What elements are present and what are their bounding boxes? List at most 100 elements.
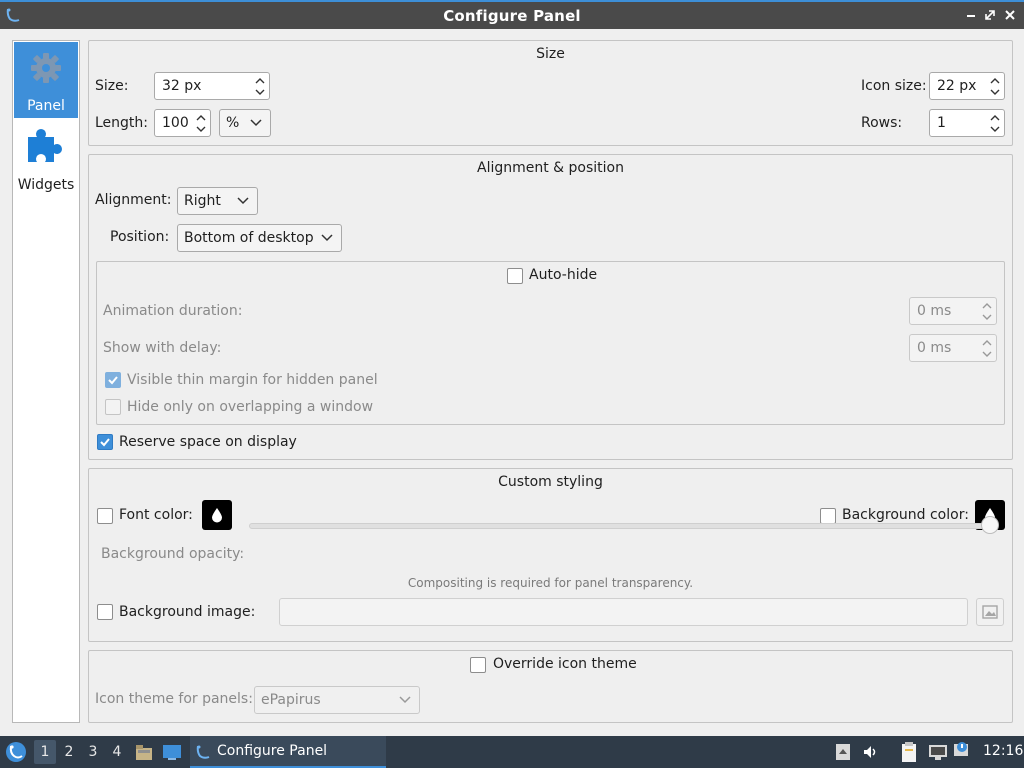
bg-image-checkbox[interactable] xyxy=(97,604,113,620)
overlap-checkbox[interactable] xyxy=(105,399,121,415)
chevron-up-icon[interactable] xyxy=(990,76,1000,86)
tray-arrow-icon[interactable] xyxy=(835,743,851,761)
title-bar: Configure Panel xyxy=(0,0,1024,29)
gear-icon xyxy=(31,53,61,83)
volume-icon[interactable] xyxy=(862,743,880,761)
thin-margin-checkbox[interactable] xyxy=(105,372,121,388)
minimize-icon[interactable] xyxy=(963,7,979,23)
rows-spinbox[interactable]: 1 xyxy=(929,109,1005,137)
update-notifier-icon[interactable] xyxy=(953,741,971,759)
bg-image-path-input[interactable] xyxy=(279,598,968,626)
icon-theme-label: Icon theme for panels: xyxy=(95,691,253,707)
chevron-down-icon xyxy=(237,197,249,205)
reserve-space-checkbox[interactable] xyxy=(97,434,113,450)
override-icon-theme-label: Override icon theme xyxy=(493,656,637,672)
font-color-label: Font color: xyxy=(119,507,193,523)
image-icon xyxy=(982,605,998,619)
combo-value: Bottom of desktop xyxy=(184,230,314,246)
close-icon[interactable] xyxy=(1002,7,1018,23)
browse-image-button[interactable] xyxy=(976,598,1004,626)
clipboard-icon[interactable] xyxy=(899,741,919,763)
bg-opacity-label: Background opacity: xyxy=(101,546,245,562)
taskbar: 1 2 3 4 Configure Panel 12:16 xyxy=(0,736,1024,768)
font-color-button[interactable] xyxy=(202,500,232,530)
bg-image-label: Background image: xyxy=(119,604,256,620)
length-unit-select[interactable]: % xyxy=(219,109,271,137)
checkmark-icon xyxy=(108,376,118,385)
checkmark-icon xyxy=(100,438,110,447)
desktop-4-button[interactable]: 4 xyxy=(106,740,128,764)
alignment-select[interactable]: Right xyxy=(177,187,258,215)
drop-icon xyxy=(212,508,222,523)
bg-color-checkbox[interactable] xyxy=(820,508,836,524)
chevron-down-icon[interactable] xyxy=(196,124,206,134)
network-icon[interactable] xyxy=(928,743,948,761)
chevron-down-icon xyxy=(399,696,411,704)
sidebar-item-label: Widgets xyxy=(17,177,75,193)
clock[interactable]: 12:16 xyxy=(983,743,1023,759)
settings-sidebar: Panel Widgets xyxy=(12,40,80,723)
app-icon xyxy=(196,745,210,759)
icon-theme-select[interactable]: ePapirus xyxy=(254,686,420,714)
maximize-icon[interactable] xyxy=(982,7,998,23)
size-spinbox[interactable]: 32 px xyxy=(154,72,270,100)
override-icon-theme-checkbox[interactable] xyxy=(470,657,486,673)
sidebar-item-label: Panel xyxy=(27,98,65,114)
icon-size-label: Icon size: xyxy=(861,78,927,94)
group-title: Size xyxy=(536,46,565,62)
alignment-label: Alignment: xyxy=(95,192,172,208)
show-desktop-icon[interactable] xyxy=(162,743,182,761)
show-delay-label: Show with delay: xyxy=(103,340,222,356)
thin-margin-label: Visible thin margin for hidden panel xyxy=(127,372,378,388)
animation-duration-label: Animation duration: xyxy=(103,303,243,319)
autohide-label: Auto-hide xyxy=(529,267,598,283)
task-title: Configure Panel xyxy=(217,743,328,759)
spin-value: 1 xyxy=(937,115,946,131)
spin-value: 0 ms xyxy=(917,340,952,356)
chevron-up-icon[interactable] xyxy=(982,301,992,311)
autohide-checkbox[interactable] xyxy=(507,268,523,284)
combo-value: Right xyxy=(184,193,221,209)
task-configure-panel[interactable]: Configure Panel xyxy=(190,736,386,768)
position-label: Position: xyxy=(110,229,170,245)
combo-value: ePapirus xyxy=(261,692,321,708)
show-delay-spinbox[interactable]: 0 ms xyxy=(909,334,997,362)
combo-value: % xyxy=(226,115,240,131)
font-color-checkbox[interactable] xyxy=(97,508,113,524)
chevron-down-icon[interactable] xyxy=(990,124,1000,134)
bg-opacity-slider[interactable] xyxy=(249,523,989,529)
sidebar-item-widgets[interactable]: Widgets xyxy=(14,121,78,197)
desktop-3-button[interactable]: 3 xyxy=(82,740,104,764)
desktop-1-button[interactable]: 1 xyxy=(34,740,56,764)
size-label: Size: xyxy=(95,78,129,94)
chevron-down-icon[interactable] xyxy=(255,87,265,97)
chevron-up-icon[interactable] xyxy=(255,76,265,86)
spin-value: 100 xyxy=(162,115,189,131)
chevron-down-icon[interactable] xyxy=(982,349,992,359)
sidebar-item-panel[interactable]: Panel xyxy=(14,42,78,118)
puzzle-icon xyxy=(28,129,62,162)
file-manager-icon[interactable] xyxy=(134,742,154,762)
slider-handle[interactable] xyxy=(981,516,999,534)
rows-label: Rows: xyxy=(861,115,903,131)
start-menu-icon[interactable] xyxy=(5,741,27,763)
bg-color-label: Background color: xyxy=(842,507,969,523)
group-title: Alignment & position xyxy=(477,160,624,176)
spin-value: 0 ms xyxy=(917,303,952,319)
group-title: Custom styling xyxy=(498,474,603,490)
chevron-down-icon[interactable] xyxy=(982,312,992,322)
animation-duration-spinbox[interactable]: 0 ms xyxy=(909,297,997,325)
icon-size-spinbox[interactable]: 22 px xyxy=(929,72,1005,100)
position-select[interactable]: Bottom of desktop xyxy=(177,224,342,252)
chevron-up-icon[interactable] xyxy=(982,338,992,348)
window-title: Configure Panel xyxy=(443,7,581,25)
desktop-2-button[interactable]: 2 xyxy=(58,740,80,764)
spin-value: 22 px xyxy=(937,78,977,94)
chevron-down-icon xyxy=(321,234,333,242)
chevron-up-icon[interactable] xyxy=(990,113,1000,123)
compositing-note: Compositing is required for panel transp… xyxy=(407,576,694,590)
chevron-up-icon[interactable] xyxy=(196,113,206,123)
chevron-down-icon xyxy=(250,119,262,127)
length-spinbox[interactable]: 100 xyxy=(154,109,211,137)
chevron-down-icon[interactable] xyxy=(990,87,1000,97)
